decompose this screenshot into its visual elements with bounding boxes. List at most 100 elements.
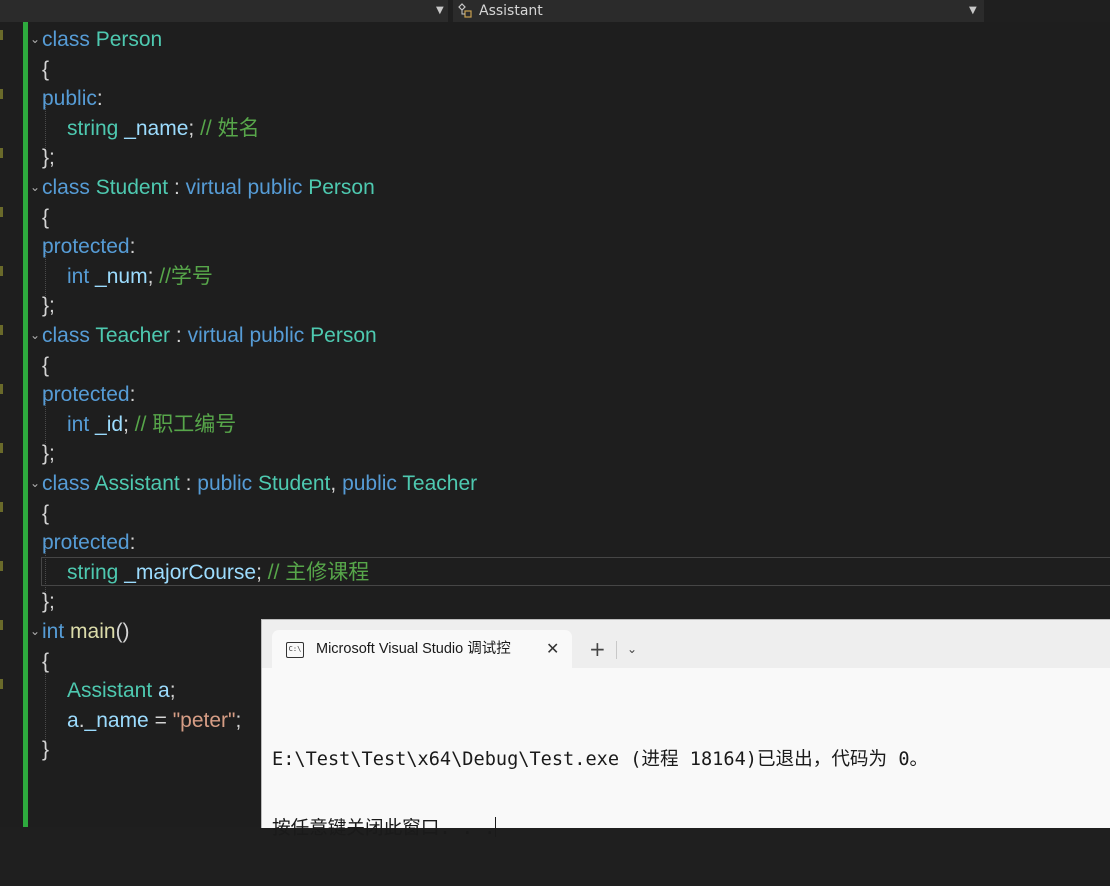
code-text: };: [42, 143, 55, 173]
code-token: Teacher: [95, 324, 171, 347]
code-line[interactable]: protected:: [0, 232, 1110, 262]
code-line[interactable]: };: [0, 439, 1110, 469]
code-token: a: [67, 708, 79, 732]
code-line[interactable]: protected:: [0, 528, 1110, 558]
code-text: public:: [42, 84, 103, 114]
code-text: string _name; // 姓名: [67, 114, 260, 144]
code-token: ;: [235, 708, 242, 732]
code-token: };: [42, 590, 55, 614]
code-line[interactable]: ⌄ class Person: [0, 25, 1110, 55]
code-token: Assistant: [94, 472, 180, 495]
code-line[interactable]: };: [0, 143, 1110, 173]
console-tab[interactable]: C:\ Microsoft Visual Studio 调试控 ✕: [272, 630, 572, 668]
code-token: :: [96, 87, 103, 111]
code-token: // 职工编号: [134, 412, 237, 436]
code-token: public: [42, 87, 97, 111]
scope-dropdown[interactable]: ▼: [0, 0, 448, 22]
code-token: class: [42, 472, 90, 495]
code-text: protected:: [42, 232, 135, 262]
code-token: :: [129, 531, 136, 555]
code-token: public: [342, 472, 397, 495]
code-token: public: [247, 176, 303, 199]
code-token: "peter": [172, 708, 236, 732]
code-token: virtual: [185, 176, 242, 199]
console-output-line: 按任意键关闭此窗口. . .: [272, 817, 928, 840]
console-output[interactable]: E:\Test\Test\x64\Debug\Test.exe (进程 1816…: [272, 702, 928, 886]
code-text: int _num; //学号: [67, 262, 213, 292]
code-line[interactable]: int _id; // 职工编号: [0, 410, 1110, 440]
code-token: Student: [257, 472, 331, 495]
member-dropdown-label: Assistant: [479, 3, 543, 19]
code-text: };: [42, 291, 55, 321]
code-line[interactable]: };: [0, 587, 1110, 617]
code-token: Person: [310, 324, 377, 347]
close-icon[interactable]: ✕: [546, 630, 559, 668]
code-token: Assistant: [67, 679, 153, 703]
fold-chevron-icon[interactable]: ⌄: [30, 25, 42, 55]
code-line[interactable]: public:: [0, 84, 1110, 114]
code-line[interactable]: string _name; // 姓名: [0, 114, 1110, 144]
code-token: Student: [95, 176, 169, 199]
chevron-down-icon[interactable]: ⌄: [627, 630, 637, 668]
code-line[interactable]: string _majorCourse; // 主修课程: [0, 558, 1110, 588]
new-tab-icon[interactable]: +: [589, 630, 606, 668]
code-token: class: [42, 176, 90, 199]
code-token: {: [42, 353, 50, 377]
code-line[interactable]: {: [0, 351, 1110, 381]
code-token: int: [42, 620, 65, 643]
navigation-bar: ▼ Assistant ▼: [0, 0, 1110, 22]
code-text: class Assistant : public Student, public…: [42, 469, 477, 499]
code-token: ;: [147, 264, 160, 288]
code-token: a: [158, 679, 170, 703]
console-output-line: E:\Test\Test\x64\Debug\Test.exe (进程 1816…: [272, 749, 929, 770]
member-dropdown[interactable]: Assistant ▼: [453, 0, 984, 22]
code-token: };: [42, 294, 55, 318]
code-token: virtual: [187, 324, 244, 347]
code-text: {: [42, 351, 49, 381]
code-line[interactable]: {: [0, 203, 1110, 233]
debug-console-window[interactable]: C:\ Microsoft Visual Studio 调试控 ✕ + ⌄ E:…: [261, 619, 1110, 839]
code-token: Teacher: [402, 472, 478, 495]
code-token: _id: [95, 412, 124, 436]
code-token: public: [197, 472, 253, 495]
code-token: };: [42, 442, 55, 466]
code-line[interactable]: int _num; //学号: [0, 262, 1110, 292]
code-line[interactable]: protected:: [0, 380, 1110, 410]
code-line[interactable]: ⌄ class Student : virtual public Person: [0, 173, 1110, 203]
code-line[interactable]: {: [0, 55, 1110, 85]
code-token: string: [67, 560, 119, 584]
fold-chevron-icon[interactable]: ⌄: [30, 321, 42, 351]
code-token: // 主修课程: [267, 560, 370, 584]
code-token: {: [42, 649, 50, 673]
code-token: int: [67, 264, 90, 288]
member-dropdown-arrow-icon[interactable]: ▼: [969, 0, 977, 22]
code-text: a._name = "peter";: [67, 706, 241, 736]
code-token: ;: [256, 560, 268, 584]
code-token: {: [42, 501, 50, 525]
fold-chevron-icon[interactable]: ⌄: [30, 469, 42, 499]
code-token: //学号: [159, 264, 213, 288]
code-line[interactable]: {: [0, 499, 1110, 529]
code-token: // 姓名: [200, 116, 260, 140]
code-token: :: [129, 383, 136, 407]
code-token: :: [170, 324, 188, 347]
console-prompt-text: 按任意键关闭此窗口. . .: [272, 818, 496, 839]
code-token: :: [168, 176, 186, 199]
code-text: class Teacher : virtual public Person: [42, 321, 377, 351]
fold-chevron-icon[interactable]: ⌄: [30, 173, 42, 203]
code-token: ;: [188, 116, 201, 140]
code-line[interactable]: };: [0, 291, 1110, 321]
code-token: ;: [123, 412, 135, 436]
code-text: string _majorCourse; // 主修课程: [67, 558, 369, 588]
code-token: {: [42, 205, 50, 229]
code-token: int: [67, 412, 90, 436]
code-line[interactable]: ⌄ class Assistant : public Student, publi…: [0, 469, 1110, 499]
code-token: class: [42, 28, 90, 51]
code-text: {: [42, 55, 49, 85]
fold-chevron-icon[interactable]: ⌄: [30, 617, 42, 647]
code-text: int main(): [42, 617, 130, 647]
code-token: class: [42, 324, 90, 347]
code-line[interactable]: ⌄ class Teacher : virtual public Person: [0, 321, 1110, 351]
scope-dropdown-arrow-icon[interactable]: ▼: [436, 0, 444, 22]
text-cursor: [495, 817, 497, 837]
